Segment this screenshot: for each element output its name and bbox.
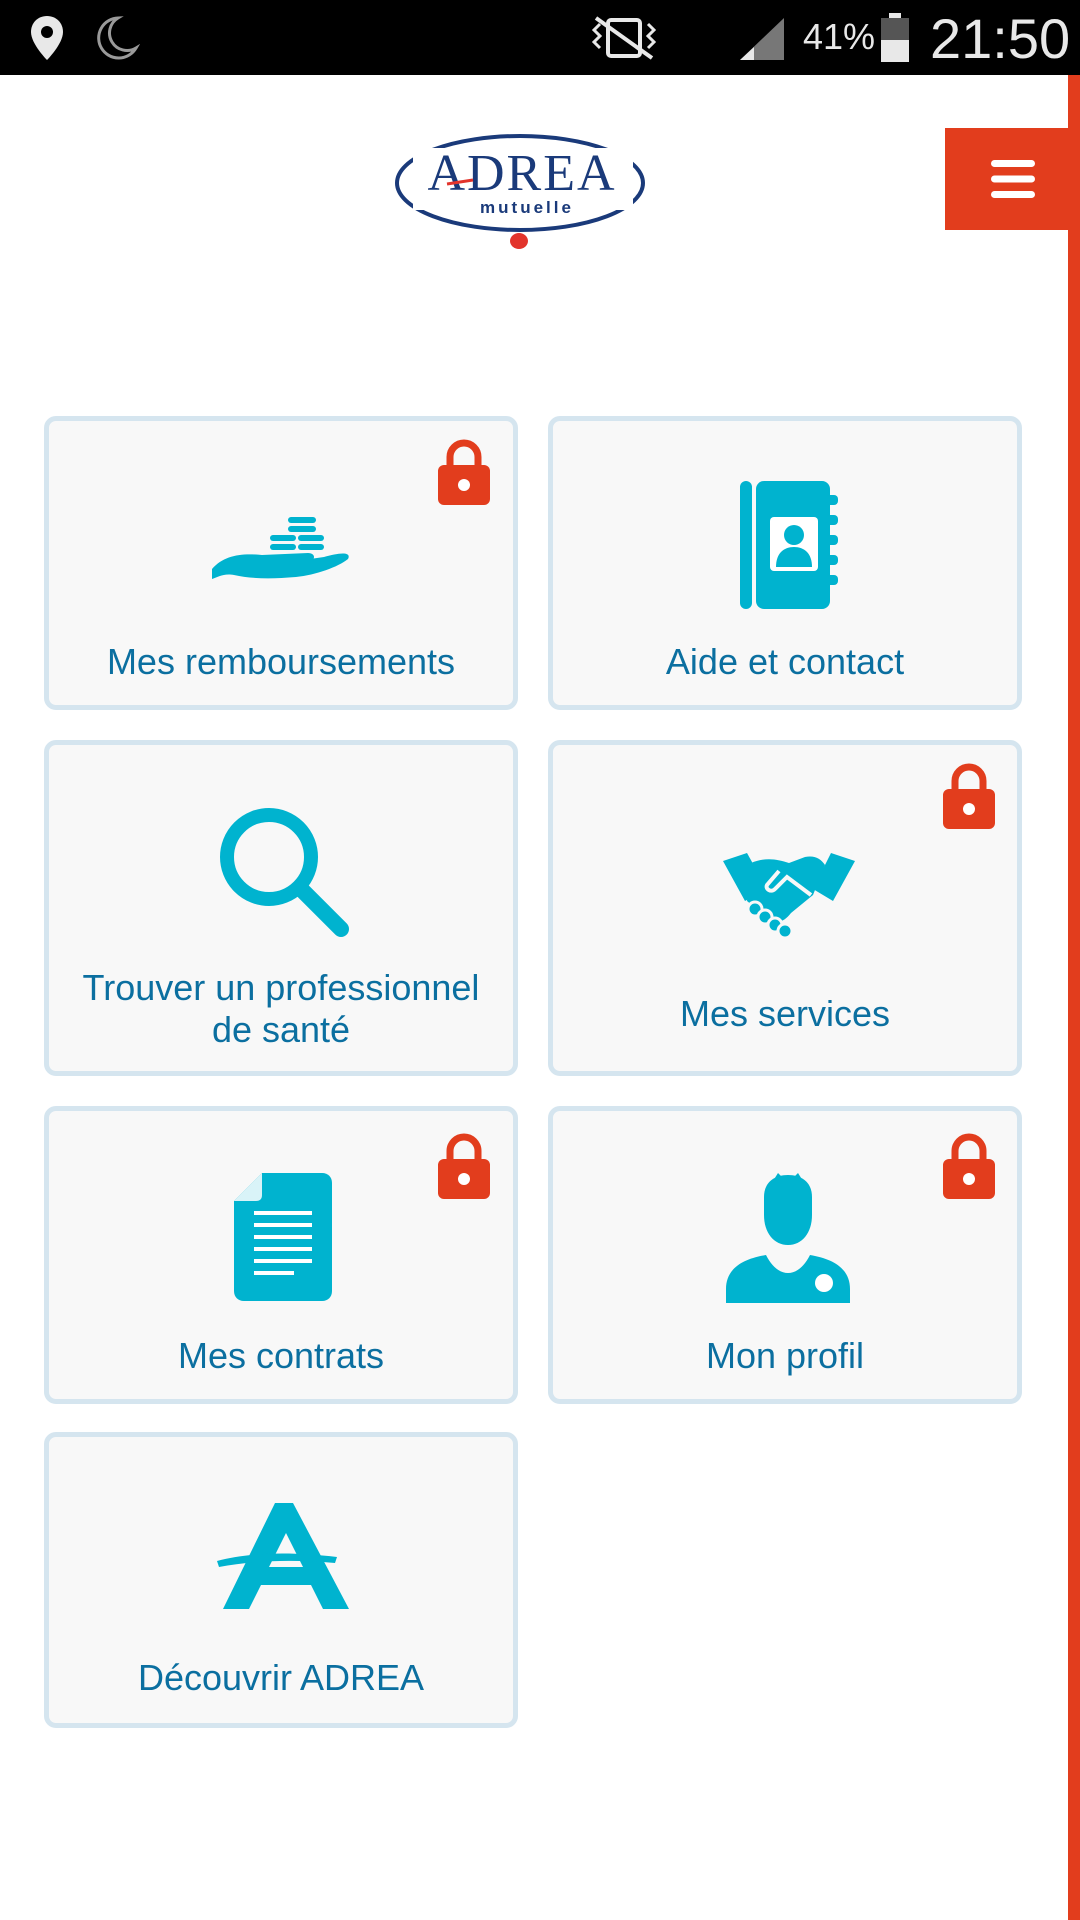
tile-label: Mon profil <box>705 1335 865 1376</box>
tile-mes-remboursements[interactable]: Mes remboursements <box>44 416 518 710</box>
battery-icon <box>881 13 909 62</box>
hand-coins-icon <box>212 517 349 579</box>
document-icon <box>234 1173 332 1301</box>
moon-icon <box>97 16 140 60</box>
tile-label: Aide et contact <box>665 641 905 682</box>
tile-aide-et-contact[interactable]: Aide et contact <box>548 416 1022 710</box>
menu-button[interactable] <box>945 128 1080 230</box>
battery-percent: 41% <box>803 16 876 57</box>
tile-trouver-professionnel[interactable]: Trouver un professionnel de santé <box>44 740 518 1076</box>
tile-mon-profil[interactable]: Mon profil <box>548 1106 1022 1404</box>
tile-label: Mes contrats <box>177 1335 385 1376</box>
lock-icon <box>438 439 490 505</box>
lock-icon <box>438 1133 490 1199</box>
status-bar: 41% 21:50 <box>0 0 1080 75</box>
tile-mes-services[interactable]: Mes services <box>548 740 1022 1076</box>
tile-decouvrir-adrea[interactable]: Découvrir ADREA <box>44 1432 518 1728</box>
tile-label: Mes remboursements <box>106 641 456 682</box>
adrea-logo: ADREA mutuelle <box>395 134 645 249</box>
signal-icon <box>740 18 784 60</box>
tile-label-line1: Trouver un professionnel <box>82 967 480 1008</box>
lock-icon <box>943 1133 995 1199</box>
location-icon <box>31 16 63 60</box>
user-icon <box>726 1173 850 1303</box>
tile-label-line2: de santé <box>211 1009 351 1050</box>
logo-subtext: mutuelle <box>480 198 574 217</box>
vibrate-mute-icon <box>591 16 657 60</box>
clock-time: 21:50 <box>930 7 1071 70</box>
magnifier-icon <box>220 808 349 937</box>
address-book-icon <box>740 481 838 609</box>
logo-wordmark: ADREA <box>427 145 616 202</box>
tile-label: Mes services <box>679 993 891 1034</box>
side-panel-edge <box>1068 75 1080 1920</box>
adrea-a-icon <box>217 1503 349 1609</box>
tile-label: Découvrir ADREA <box>137 1657 425 1698</box>
hamburger-menu-icon <box>990 160 1035 198</box>
lock-icon <box>943 763 995 829</box>
handshake-icon <box>723 853 855 940</box>
tile-mes-contrats[interactable]: Mes contrats <box>44 1106 518 1404</box>
